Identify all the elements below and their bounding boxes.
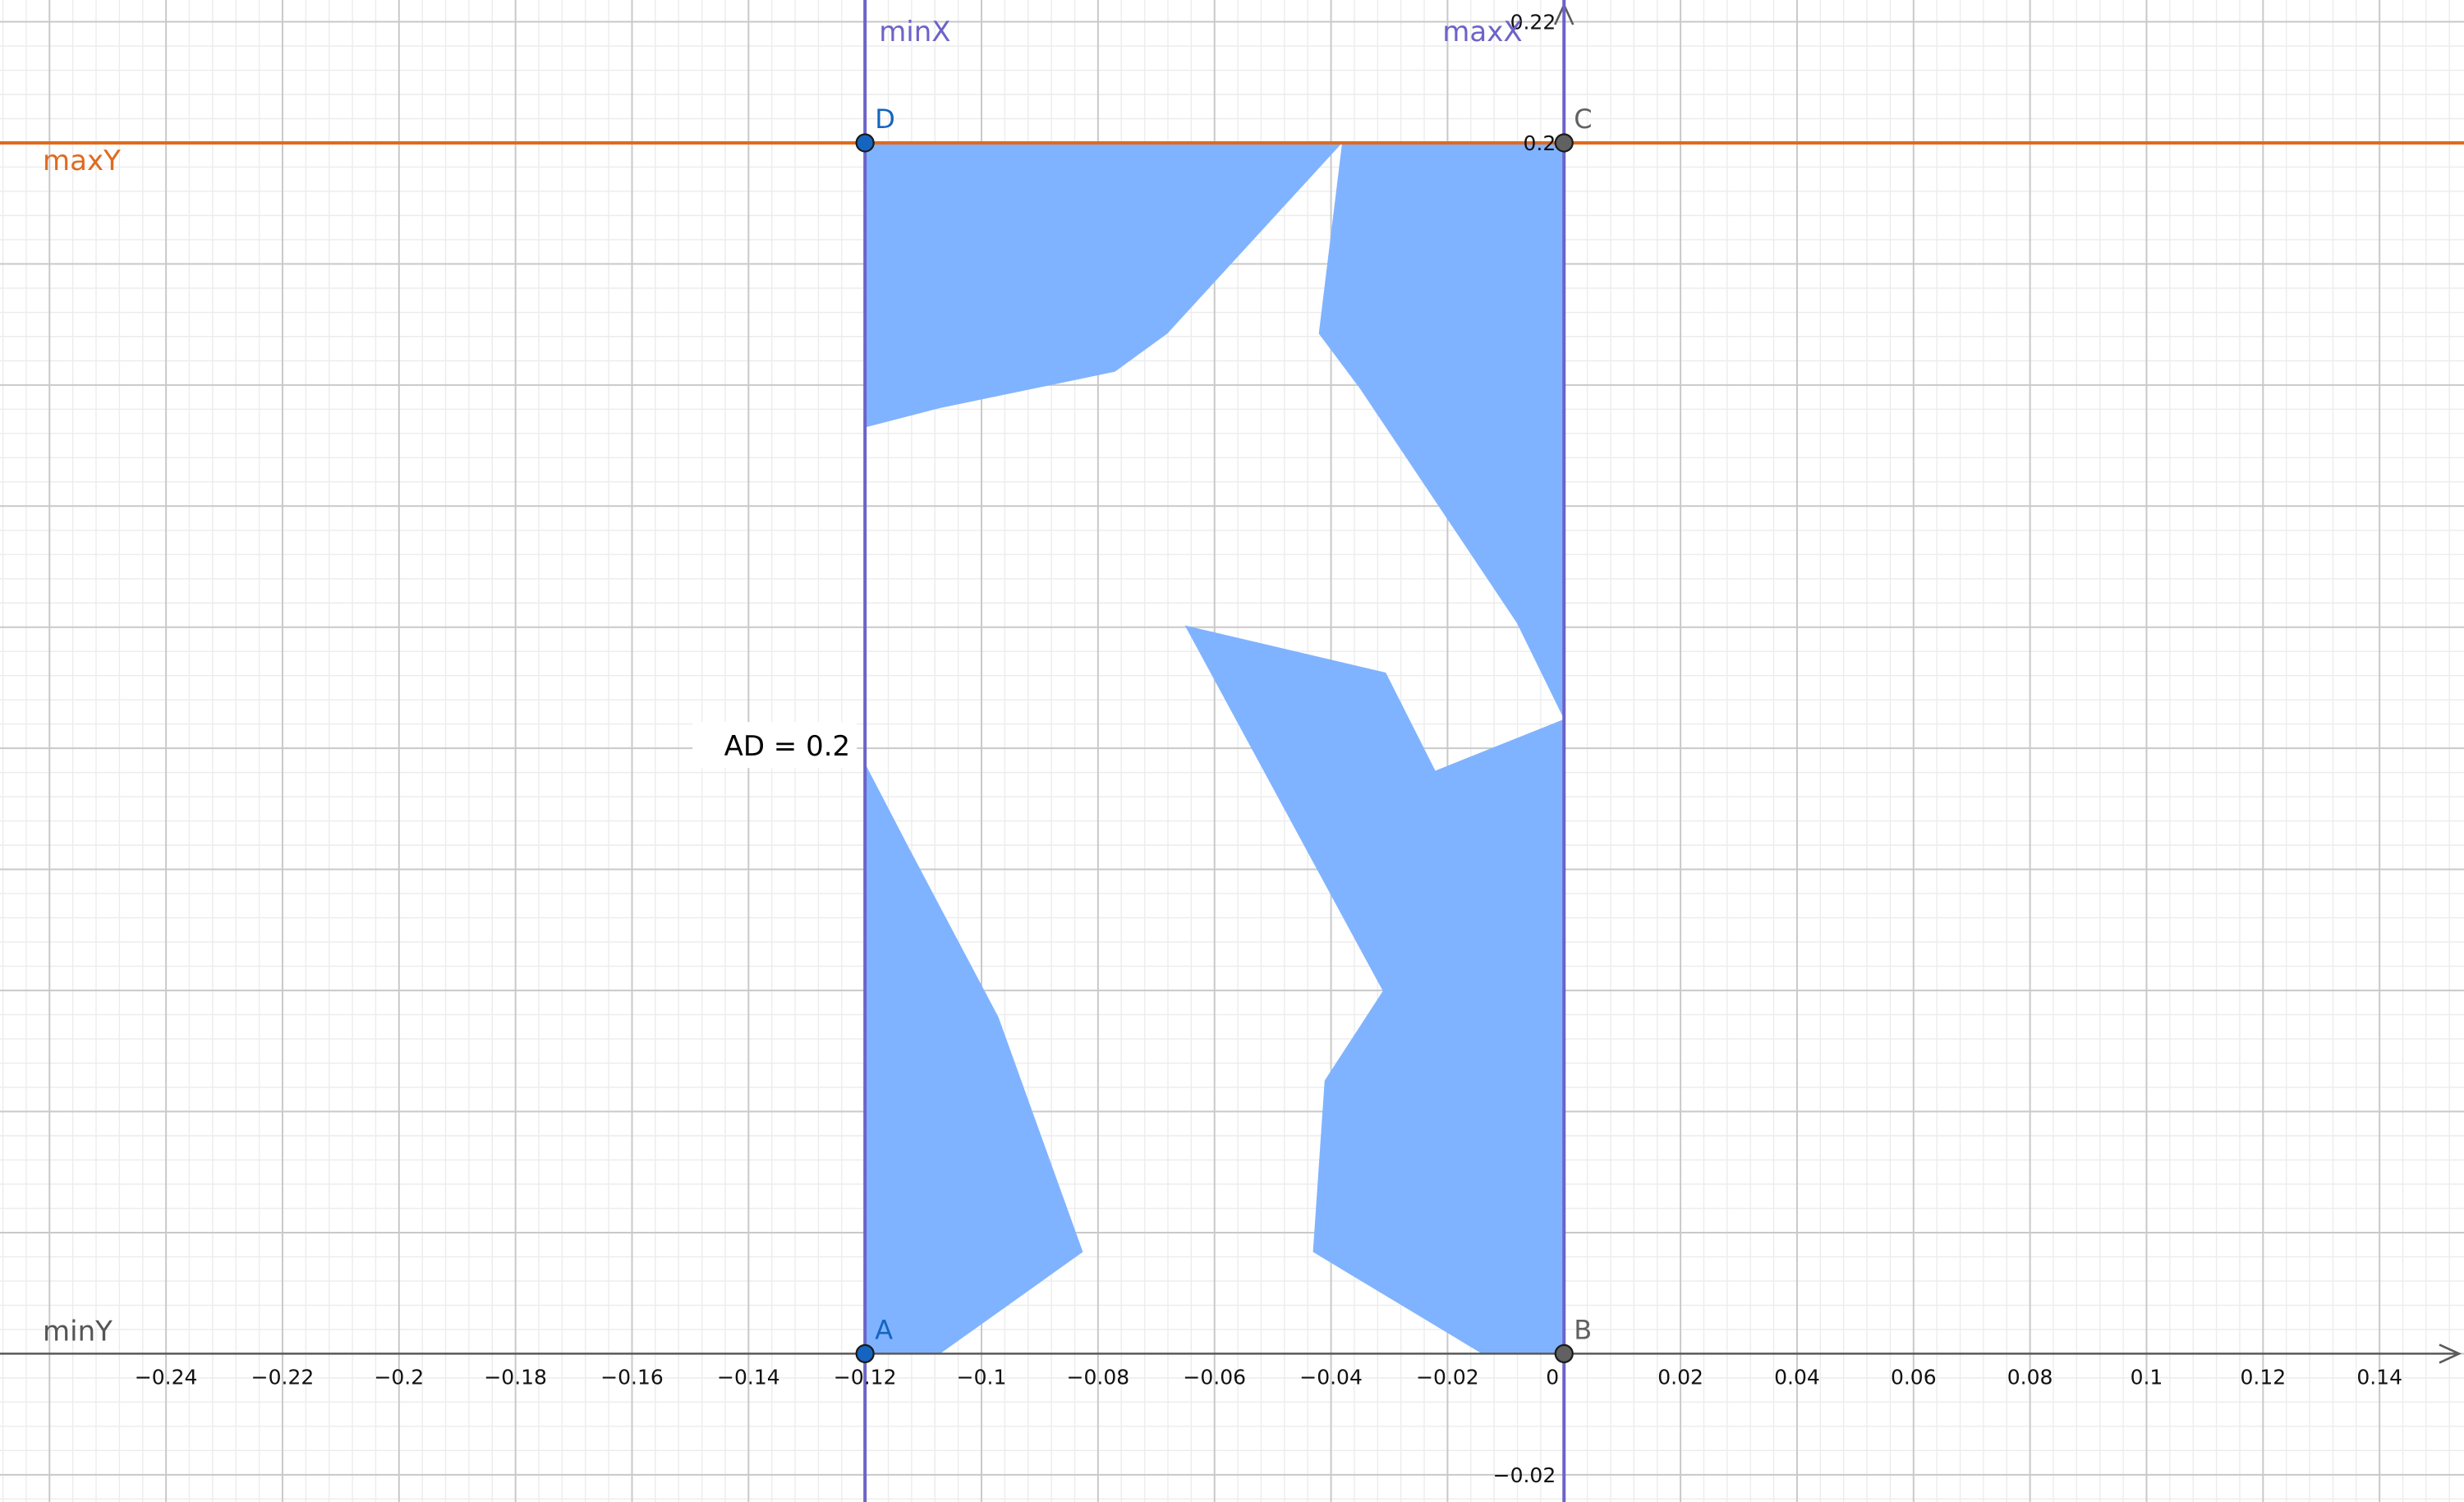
x-tick-label: −0.2	[374, 1365, 424, 1389]
line-label-maxx: maxX	[1442, 16, 1522, 48]
point-label-d: D	[875, 103, 895, 135]
y-tick-label: 0.2	[1523, 131, 1556, 155]
x-tick-label: −0.18	[484, 1365, 547, 1389]
point-a[interactable]	[855, 1344, 875, 1363]
line-label-maxy: maxY	[43, 145, 121, 177]
x-tick-label: −0.08	[1067, 1365, 1130, 1389]
x-tick-label: −0.12	[834, 1365, 897, 1389]
point-label-a: A	[875, 1314, 893, 1345]
x-tick-label: −0.24	[135, 1365, 198, 1389]
x-tick-label: −0.02	[1416, 1365, 1479, 1389]
geometry-canvas[interactable]: −0.24 −0.22 −0.2 −0.18 −0.16 −0.14 −0.12 −0.1 −0…	[0, 0, 2464, 1502]
x-tick-label: −0.1	[957, 1365, 1007, 1389]
x-tick-label: 0.02	[1657, 1365, 1703, 1389]
y-tick-label: −0.02	[1493, 1463, 1556, 1487]
x-tick-label: −0.04	[1299, 1365, 1363, 1389]
line-label-miny: minY	[43, 1315, 113, 1348]
x-tick-label: 0	[1546, 1365, 1559, 1389]
line-label-minx: minX	[879, 16, 950, 48]
x-tick-label: −0.06	[1183, 1365, 1246, 1389]
measurement-label-ad: AD = 0.2	[724, 730, 851, 763]
x-tick-label: 0.12	[2240, 1365, 2286, 1389]
x-tick-label: 0.06	[1891, 1365, 1937, 1389]
x-tick-label: −0.22	[251, 1365, 315, 1389]
point-c[interactable]	[1554, 133, 1574, 153]
x-tick-label: 0.14	[2356, 1365, 2402, 1389]
point-label-b: B	[1574, 1314, 1592, 1345]
x-tick-label: −0.14	[717, 1365, 780, 1389]
x-tick-label: 0.1	[2131, 1365, 2163, 1389]
point-b[interactable]	[1554, 1344, 1574, 1363]
point-label-c: C	[1574, 103, 1592, 135]
graphics-view[interactable]: −0.24 −0.22 −0.2 −0.18 −0.16 −0.14 −0.12 −0.1 −0…	[0, 0, 2464, 1502]
x-tick-label: −0.16	[600, 1365, 664, 1389]
x-tick-label: 0.08	[2007, 1365, 2053, 1389]
point-d[interactable]	[855, 133, 875, 153]
x-tick-label: 0.04	[1774, 1365, 1820, 1389]
